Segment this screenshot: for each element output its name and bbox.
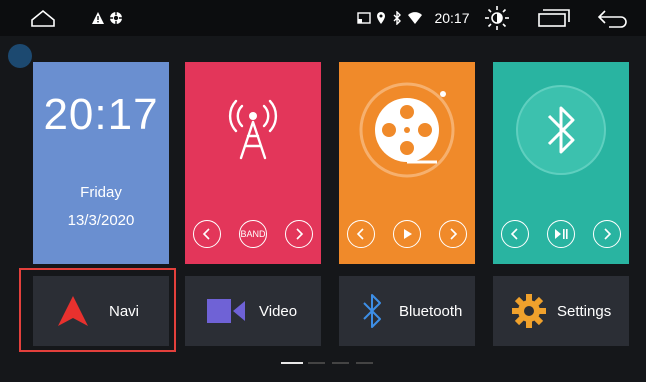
selection-highlight [19, 268, 176, 352]
bt-previous-button[interactable] [501, 220, 529, 248]
video-play-button[interactable] [393, 220, 421, 248]
video-label: Video [259, 302, 298, 320]
video-next-button[interactable] [439, 220, 467, 248]
page-indicator-dot[interactable] [308, 362, 325, 364]
bt-play-pause-button[interactable] [547, 220, 575, 248]
video-previous-button[interactable] [347, 220, 375, 248]
radio-widget[interactable]: BAND [185, 62, 321, 264]
location-icon [374, 0, 388, 36]
page-indicator-dot[interactable] [356, 362, 373, 364]
video-widget[interactable] [339, 62, 475, 264]
brightness-icon[interactable] [482, 0, 512, 36]
warning-icon [90, 0, 106, 36]
cast-icon [356, 0, 372, 36]
bt-next-button[interactable] [593, 220, 621, 248]
bluetooth-label: Bluetooth [399, 302, 463, 320]
back-icon[interactable] [596, 0, 630, 36]
recent-apps-icon[interactable] [536, 0, 572, 36]
clock-date: 13/3/2020 [67, 212, 135, 229]
floating-bubble[interactable] [8, 44, 32, 68]
page-indicator-dot-active[interactable] [281, 362, 303, 364]
clock-time: 20:17 [43, 90, 159, 139]
clock-day: Friday [80, 184, 122, 201]
clock-widget[interactable]: 20:17 Friday 13/3/2020 [33, 62, 169, 264]
settings-label: Settings [557, 302, 612, 320]
bluetooth-status-icon [390, 0, 404, 36]
settings-gear-icon [108, 0, 124, 36]
radio-antenna-icon [221, 94, 285, 160]
bluetooth-widget[interactable] [493, 62, 629, 264]
radio-band-button[interactable]: BAND [239, 220, 267, 248]
page-indicator-dot[interactable] [332, 362, 349, 364]
wifi-icon [406, 0, 424, 36]
radio-next-button[interactable] [285, 220, 313, 248]
settings-app-button[interactable]: Settings [493, 276, 629, 346]
bluetooth-app-button[interactable]: Bluetooth [339, 276, 475, 346]
film-reel-icon [357, 80, 457, 180]
status-bar: 20:17 [0, 0, 646, 36]
video-app-button[interactable]: Video [185, 276, 321, 346]
home-icon[interactable] [28, 0, 58, 36]
bluetooth-icon [361, 293, 383, 329]
radio-previous-button[interactable] [193, 220, 221, 248]
gear-icon [511, 293, 547, 329]
band-label: BAND [240, 229, 266, 239]
video-camera-icon [207, 299, 245, 323]
status-time: 20:17 [434, 10, 470, 26]
bluetooth-icon [513, 82, 609, 178]
